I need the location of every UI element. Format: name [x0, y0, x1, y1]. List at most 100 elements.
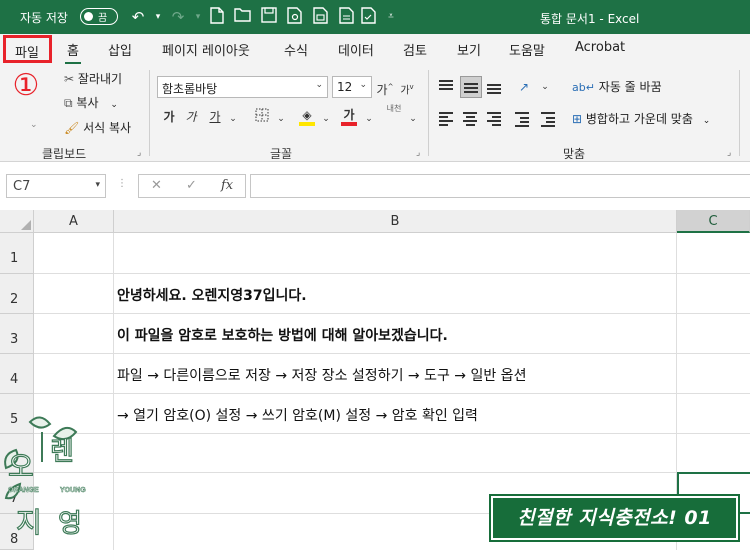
chevron-down-icon: ⌄	[315, 80, 323, 90]
borders-dropdown-icon[interactable]: ⌄	[272, 110, 290, 128]
step-marker: ①	[12, 68, 40, 103]
merge-center-button[interactable]: ⊞ 병합하고 가운데 맞춤 ⌄	[572, 110, 710, 127]
tab-insert[interactable]: 삽입	[108, 40, 132, 59]
row-header[interactable]: 2	[0, 274, 34, 314]
copy-dropdown-icon[interactable]: ⌄	[110, 100, 118, 110]
cell-b5[interactable]: → 열기 암호(O) 설정 → 쓰기 암호(M) 설정 → 암호 확인 입력	[117, 405, 478, 425]
save-icon[interactable]	[259, 7, 279, 27]
insert-function-icon[interactable]: fx	[221, 178, 233, 193]
clipboard-launcher-icon[interactable]: ⌟	[137, 148, 141, 158]
column-header[interactable]: A	[34, 210, 114, 233]
merge-dropdown-icon[interactable]: ⌄	[703, 116, 711, 126]
tab-formulas[interactable]: 수식	[284, 40, 308, 59]
tab-home[interactable]: 홈	[65, 40, 81, 65]
align-center-button[interactable]	[460, 108, 482, 130]
formula-bar: C7 ▾ ⋮ ✕ ✓ fx	[0, 162, 750, 210]
phonetic-dropdown-icon[interactable]: ⌄	[404, 110, 422, 128]
wrap-text-button[interactable]: ab↵ 자동 줄 바꿈	[572, 78, 662, 95]
orientation-icon[interactable]: ↗	[515, 78, 533, 96]
cut-button[interactable]: ✂ 잘라내기	[64, 70, 122, 87]
font-name-select[interactable]: 함초롬바탕 ⌄	[157, 76, 328, 98]
bold-button[interactable]: 가	[160, 108, 178, 126]
tab-data[interactable]: 데이터	[338, 40, 374, 59]
alignment-group-label: 맞춤	[563, 147, 586, 161]
font-color-button[interactable]: 가	[340, 106, 358, 126]
underline-button[interactable]: 가	[206, 108, 224, 126]
align-top-button[interactable]	[436, 76, 458, 98]
format-painter-button[interactable]: 🖌 서식 복사	[64, 119, 131, 136]
column-header[interactable]: B	[114, 210, 677, 233]
copy-icon: ⧉	[64, 96, 73, 110]
group-divider	[739, 70, 740, 156]
borders-button[interactable]	[253, 108, 271, 126]
ribbon: ① ⌄ ✂ 잘라내기 ⧉ 복사 ⌄ 🖌 서식 복사 클립보드 ⌟ 함초롬바탕 ⌄…	[0, 64, 750, 162]
email-icon[interactable]	[311, 7, 331, 27]
open-folder-icon[interactable]	[233, 7, 253, 27]
spellcheck-icon[interactable]	[359, 7, 379, 27]
logo-char: 영	[58, 509, 82, 539]
font-size-select[interactable]: 12 ⌄	[332, 76, 372, 98]
align-bottom-button[interactable]	[484, 76, 506, 98]
italic-button[interactable]: 가	[182, 108, 200, 126]
formula-input[interactable]	[250, 174, 750, 198]
tab-file[interactable]: 파일	[3, 35, 52, 63]
formula-buttons: ✕ ✓ fx	[138, 174, 246, 198]
print-preview-icon[interactable]	[285, 7, 305, 27]
row-header[interactable]: 1	[0, 233, 34, 274]
new-document-icon[interactable]	[207, 7, 227, 27]
alignment-launcher-icon[interactable]: ⌟	[727, 148, 731, 158]
shrink-font-button[interactable]: 가v	[398, 78, 416, 96]
group-divider	[428, 70, 429, 156]
phonetic-button[interactable]: 내천	[386, 104, 402, 122]
font-launcher-icon[interactable]: ⌟	[416, 148, 420, 158]
align-middle-button[interactable]	[460, 76, 482, 98]
scissors-icon: ✂	[64, 72, 75, 86]
cell-b2[interactable]: 안녕하세요. 오렌지영37입니다.	[117, 285, 307, 305]
select-all-button[interactable]	[0, 210, 34, 233]
fill-color-button[interactable]: ◈	[298, 106, 316, 126]
align-right-button[interactable]	[484, 108, 506, 130]
copy-button[interactable]: ⧉ 복사 ⌄	[64, 94, 118, 111]
clipboard-group-label: 클립보드	[42, 147, 87, 161]
font-size-value: 12	[337, 80, 353, 94]
logo-text: YOUNG	[60, 487, 86, 494]
print-icon[interactable]	[337, 7, 357, 27]
redo-icon: ↷	[171, 8, 185, 26]
tab-page-layout[interactable]: 페이지 레이아웃	[162, 40, 250, 59]
font-group-label: 글꼴	[270, 147, 293, 161]
tab-review[interactable]: 검토	[403, 40, 427, 59]
borders-icon	[255, 108, 269, 122]
column-header-selected[interactable]: C	[677, 210, 750, 233]
underline-dropdown-icon[interactable]: ⌄	[224, 110, 242, 128]
decrease-indent-button[interactable]	[512, 108, 534, 130]
title-bar: 자동 저장 끔 ↶ ▾ ↷ ▾ ⩡ 통합 문서1 - Excel	[0, 0, 750, 34]
tab-help[interactable]: 도움말	[509, 40, 545, 59]
align-left-button[interactable]	[436, 108, 458, 130]
undo-icon[interactable]: ↶	[128, 7, 148, 27]
row-header[interactable]: 4	[0, 354, 34, 394]
paste-dropdown-icon[interactable]: ⌄	[30, 120, 38, 130]
orange-young-logo: 오 렌 ORANGE YOUNG 지 영	[4, 416, 86, 540]
ribbon-tabs: 파일 홈 삽입 페이지 레이아웃 수식 데이터 검토 보기 도움말 Acroba…	[0, 34, 750, 65]
row-header[interactable]: 3	[0, 314, 34, 354]
channel-banner: 친절한 지식충전소! 01	[489, 494, 740, 542]
format-painter-label: 서식 복사	[83, 121, 132, 135]
cell-b4[interactable]: 파일 → 다른이름으로 저장 → 저장 장소 설정하기 → 도구 → 일반 옵션	[117, 365, 526, 385]
tab-acrobat[interactable]: Acrobat	[575, 40, 625, 55]
orientation-dropdown-icon[interactable]: ⌄	[536, 78, 554, 96]
undo-dropdown-icon[interactable]: ▾	[148, 7, 168, 27]
increase-indent-button[interactable]	[538, 108, 560, 130]
font-color-dropdown-icon[interactable]: ⌄	[360, 110, 378, 128]
bold-label: 가	[163, 110, 175, 124]
logo-char: 렌	[50, 437, 74, 467]
customize-qat-icon[interactable]: ⩡	[381, 7, 401, 27]
tab-view[interactable]: 보기	[457, 40, 481, 59]
name-box[interactable]: C7 ▾	[6, 174, 106, 198]
cancel-icon[interactable]: ✕	[151, 178, 162, 193]
enter-icon[interactable]: ✓	[186, 178, 197, 193]
fill-color-dropdown-icon[interactable]: ⌄	[317, 110, 335, 128]
grow-font-button[interactable]: 가^	[376, 78, 394, 97]
cell-b3[interactable]: 이 파일을 암호로 보호하는 방법에 대해 알아보겠습니다.	[117, 325, 448, 345]
autosave-toggle[interactable]: 끔	[80, 8, 118, 25]
font-color-label: 가	[343, 108, 355, 122]
